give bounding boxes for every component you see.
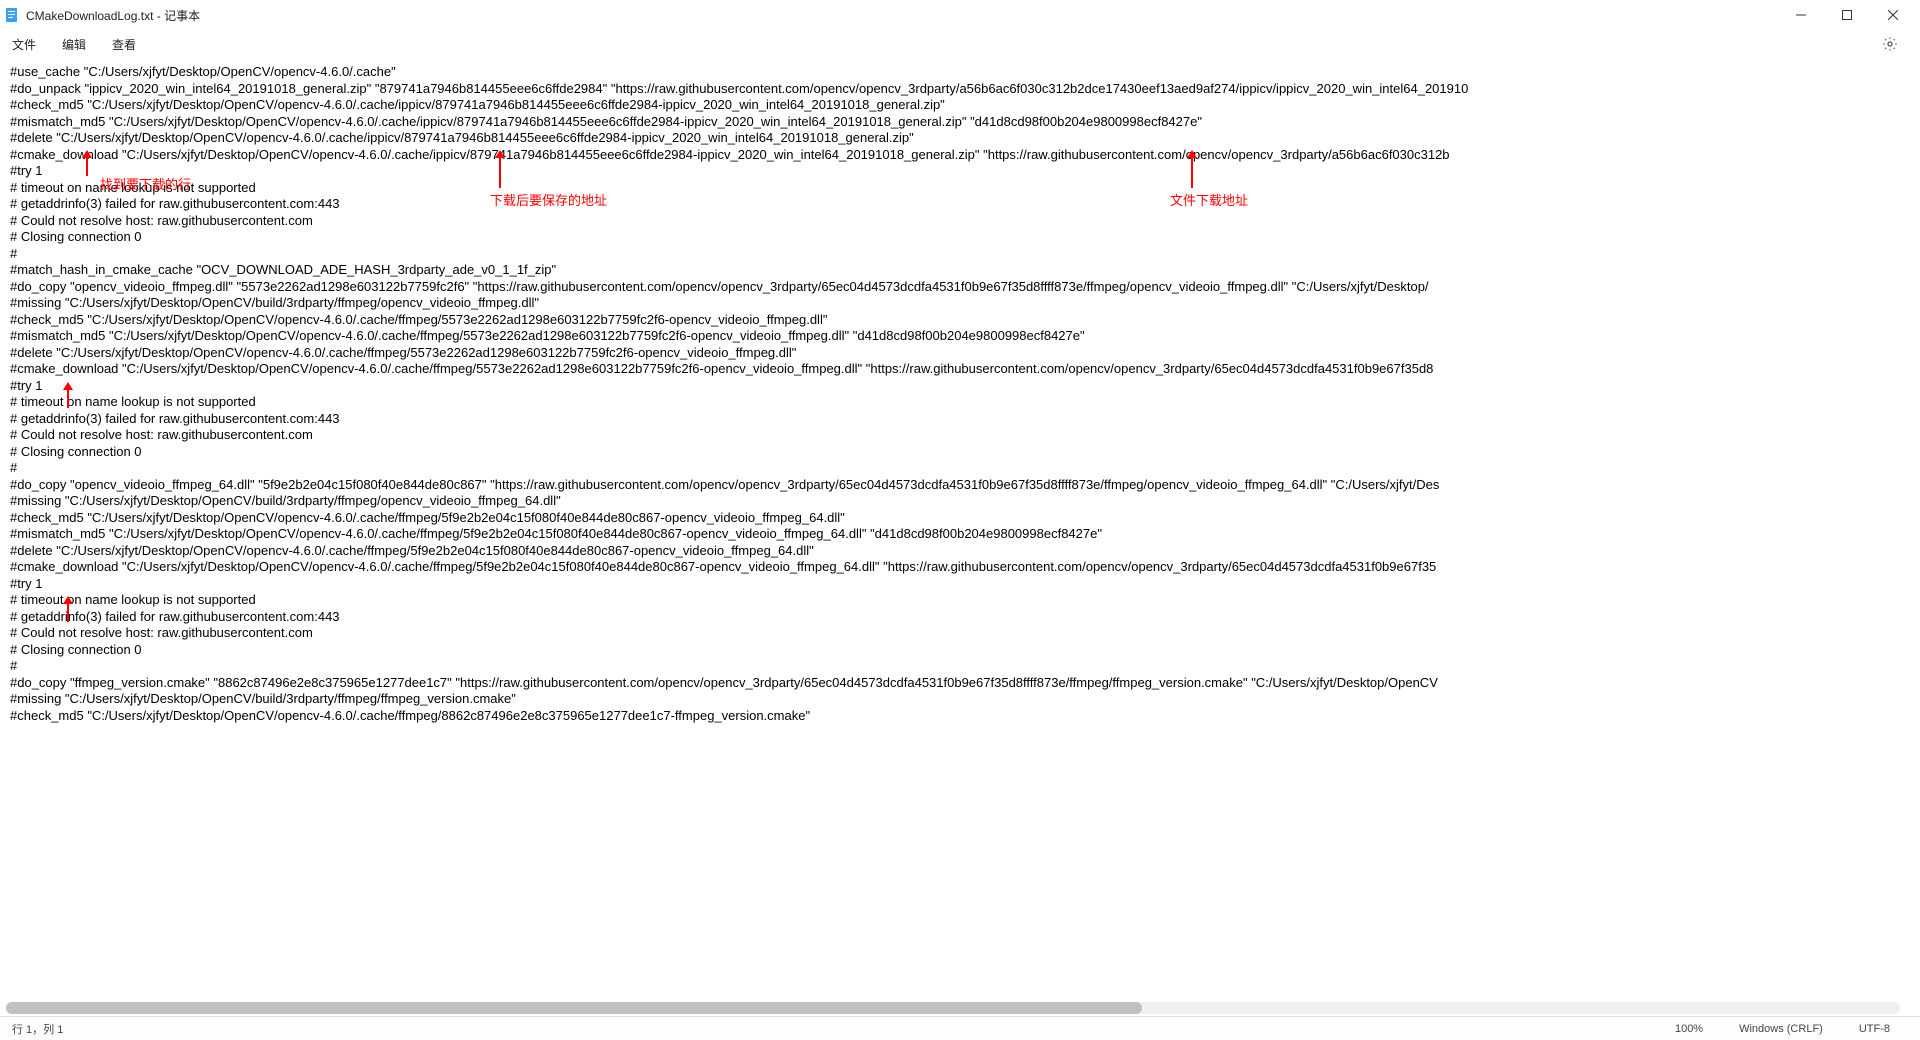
text-line: #do_unpack "ippicv_2020_win_intel64_2019…: [10, 81, 1910, 98]
notepad-icon: [4, 7, 20, 23]
status-zoom: 100%: [1657, 1023, 1721, 1035]
text-line: #check_md5 "C:/Users/xjfyt/Desktop/OpenC…: [10, 510, 1910, 527]
settings-button[interactable]: [1876, 30, 1904, 58]
text-line: # Could not resolve host: raw.githubuser…: [10, 625, 1910, 642]
text-content[interactable]: #use_cache "C:/Users/xjfyt/Desktop/OpenC…: [0, 58, 1920, 1016]
text-line: # getaddrinfo(3) failed for raw.githubus…: [10, 196, 1910, 213]
titlebar: CMakeDownloadLog.txt - 记事本: [0, 0, 1920, 30]
minimize-button[interactable]: [1778, 0, 1824, 30]
text-line: # timeout on name lookup is not supporte…: [10, 180, 1910, 197]
menu-file[interactable]: 文件: [8, 34, 40, 55]
close-button[interactable]: [1870, 0, 1916, 30]
text-line: #do_copy "ffmpeg_version.cmake" "8862c87…: [10, 675, 1910, 692]
text-line: # getaddrinfo(3) failed for raw.githubus…: [10, 411, 1910, 428]
menu-view[interactable]: 查看: [108, 34, 140, 55]
text-line: #try 1: [10, 163, 1910, 180]
text-line: #delete "C:/Users/xjfyt/Desktop/OpenCV/o…: [10, 543, 1910, 560]
text-line: # Could not resolve host: raw.githubuser…: [10, 427, 1910, 444]
text-line: # Closing connection 0: [10, 642, 1910, 659]
text-line: #cmake_download "C:/Users/xjfyt/Desktop/…: [10, 559, 1910, 576]
text-line: #missing "C:/Users/xjfyt/Desktop/OpenCV/…: [10, 493, 1910, 510]
status-encoding: UTF-8: [1841, 1023, 1908, 1035]
text-line: #: [10, 658, 1910, 675]
text-line: # timeout on name lookup is not supporte…: [10, 592, 1910, 609]
menubar: 文件 编辑 查看: [0, 30, 1920, 58]
status-eol: Windows (CRLF): [1721, 1023, 1841, 1035]
text-line: # timeout on name lookup is not supporte…: [10, 394, 1910, 411]
text-line: #do_copy "opencv_videoio_ffmpeg.dll" "55…: [10, 279, 1910, 296]
editor-area[interactable]: #use_cache "C:/Users/xjfyt/Desktop/OpenC…: [0, 58, 1920, 1016]
maximize-button[interactable]: [1824, 0, 1870, 30]
text-line: # Could not resolve host: raw.githubuser…: [10, 213, 1910, 230]
text-line: #try 1: [10, 378, 1910, 395]
text-line: #missing "C:/Users/xjfyt/Desktop/OpenCV/…: [10, 691, 1910, 708]
text-line: #cmake_download "C:/Users/xjfyt/Desktop/…: [10, 147, 1910, 164]
text-line: # Closing connection 0: [10, 229, 1910, 246]
text-line: #do_copy "opencv_videoio_ffmpeg_64.dll" …: [10, 477, 1910, 494]
text-line: #cmake_download "C:/Users/xjfyt/Desktop/…: [10, 361, 1910, 378]
text-line: #match_hash_in_cmake_cache "OCV_DOWNLOAD…: [10, 262, 1910, 279]
text-line: #: [10, 246, 1910, 263]
menu-edit[interactable]: 编辑: [58, 34, 90, 55]
horizontal-scrollbar[interactable]: [6, 1002, 1900, 1014]
scrollbar-thumb[interactable]: [6, 1002, 1142, 1014]
text-line: #check_md5 "C:/Users/xjfyt/Desktop/OpenC…: [10, 312, 1910, 329]
text-line: #mismatch_md5 "C:/Users/xjfyt/Desktop/Op…: [10, 526, 1910, 543]
text-line: #try 1: [10, 576, 1910, 593]
text-line: #mismatch_md5 "C:/Users/xjfyt/Desktop/Op…: [10, 328, 1910, 345]
statusbar: 行 1，列 1 100% Windows (CRLF) UTF-8: [0, 1016, 1920, 1040]
text-line: #check_md5 "C:/Users/xjfyt/Desktop/OpenC…: [10, 708, 1910, 725]
text-line: #mismatch_md5 "C:/Users/xjfyt/Desktop/Op…: [10, 114, 1910, 131]
text-line: #use_cache "C:/Users/xjfyt/Desktop/OpenC…: [10, 64, 1910, 81]
text-line: #delete "C:/Users/xjfyt/Desktop/OpenCV/o…: [10, 130, 1910, 147]
text-line: # getaddrinfo(3) failed for raw.githubus…: [10, 609, 1910, 626]
text-line: #delete "C:/Users/xjfyt/Desktop/OpenCV/o…: [10, 345, 1910, 362]
text-line: #check_md5 "C:/Users/xjfyt/Desktop/OpenC…: [10, 97, 1910, 114]
text-line: #: [10, 460, 1910, 477]
window-title: CMakeDownloadLog.txt - 记事本: [26, 7, 200, 24]
text-line: #missing "C:/Users/xjfyt/Desktop/OpenCV/…: [10, 295, 1910, 312]
status-position: 行 1，列 1: [12, 1021, 63, 1037]
text-line: # Closing connection 0: [10, 444, 1910, 461]
